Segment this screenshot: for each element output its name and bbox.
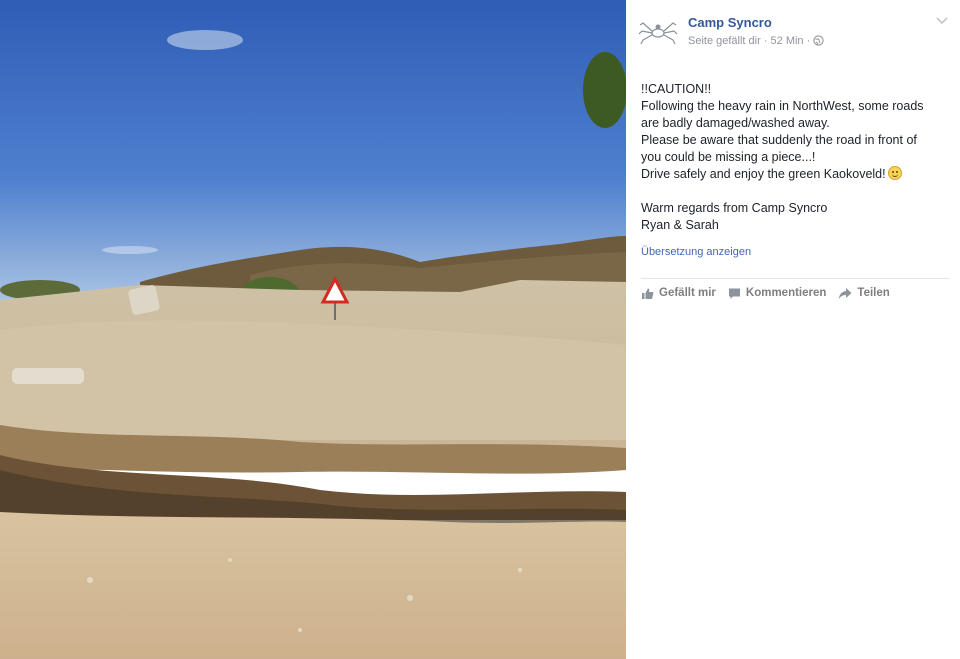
post-text-line: Ryan & Sarah [641, 218, 719, 232]
translate-link[interactable]: Übersetzung anzeigen [641, 246, 751, 258]
comment-label: Kommentieren [745, 287, 827, 299]
share-button[interactable]: Teilen [838, 287, 890, 300]
post-header: Camp Syncro Seite gefällt dir · 52 Min · [638, 10, 950, 54]
author-name[interactable]: Camp Syncro [688, 15, 772, 30]
share-arrow-icon [839, 287, 852, 299]
post-text-line: Following the heavy rain in NorthWest, s… [641, 99, 924, 113]
share-label: Teilen [857, 287, 890, 299]
spider-logo-icon[interactable] [638, 13, 678, 53]
comment-button[interactable]: Kommentieren [728, 287, 827, 300]
post-text-line-emoji: Drive safely and enjoy the green Kaokove… [641, 166, 951, 183]
thumbs-up-icon [642, 288, 654, 299]
globe-icon[interactable] [813, 35, 824, 46]
like-button[interactable]: Gefällt mir [641, 287, 716, 300]
post-text-line [641, 183, 951, 200]
post-meta-text: Seite gefällt dir · 52 Min · [688, 35, 811, 47]
like-label: Gefällt mir [659, 287, 716, 299]
post-text: !!CAUTION!! Following the heavy rain in … [641, 81, 951, 234]
action-bar: Gefällt mir Kommentieren Teilen [641, 285, 902, 301]
smiley-icon [887, 166, 902, 180]
washed-out-road-image [0, 0, 626, 659]
post-text-line: !!CAUTION!! [641, 82, 712, 96]
post-text-line: Warm regards from Camp Syncro [641, 201, 828, 215]
post-photo[interactable] [0, 0, 626, 659]
post-meta: Seite gefällt dir · 52 Min · [688, 35, 824, 47]
comment-icon [728, 288, 740, 299]
divider [641, 278, 950, 279]
post-panel: Camp Syncro Seite gefällt dir · 52 Min ·… [626, 0, 960, 659]
post-text-line: are badly damaged/washed away. [641, 116, 830, 130]
chevron-down-icon[interactable] [934, 12, 950, 28]
post-text-line: Please be aware that suddenly the road i… [641, 133, 917, 147]
post-text-line: you could be missing a piece...! [641, 150, 816, 164]
post-text-line: Drive safely and enjoy the green Kaokove… [641, 167, 886, 181]
